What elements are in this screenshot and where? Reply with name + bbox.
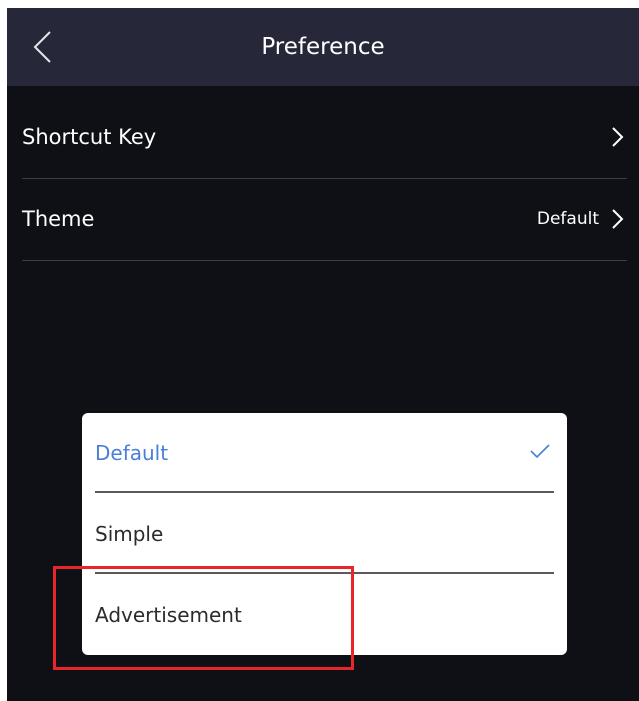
check-icon (530, 444, 550, 459)
settings-row-label: Shortcut Key (22, 125, 157, 149)
page-title: Preference (261, 34, 385, 60)
theme-option-default[interactable]: Default (95, 413, 554, 493)
theme-option-simple[interactable]: Simple (95, 494, 554, 574)
theme-current-value: Default (536, 209, 599, 229)
chevron-right-icon (612, 127, 624, 147)
chevron-right-icon (612, 209, 624, 229)
option-label: Simple (95, 522, 164, 546)
option-label: Default (95, 441, 169, 465)
settings-row-theme[interactable]: Theme Default (22, 178, 627, 261)
option-divider (95, 491, 554, 493)
settings-row-shortcut-key[interactable]: Shortcut Key (22, 96, 627, 179)
highlight-annotation-box (53, 566, 354, 670)
settings-row-label: Theme (22, 207, 95, 231)
header-bar: Preference (7, 8, 639, 86)
